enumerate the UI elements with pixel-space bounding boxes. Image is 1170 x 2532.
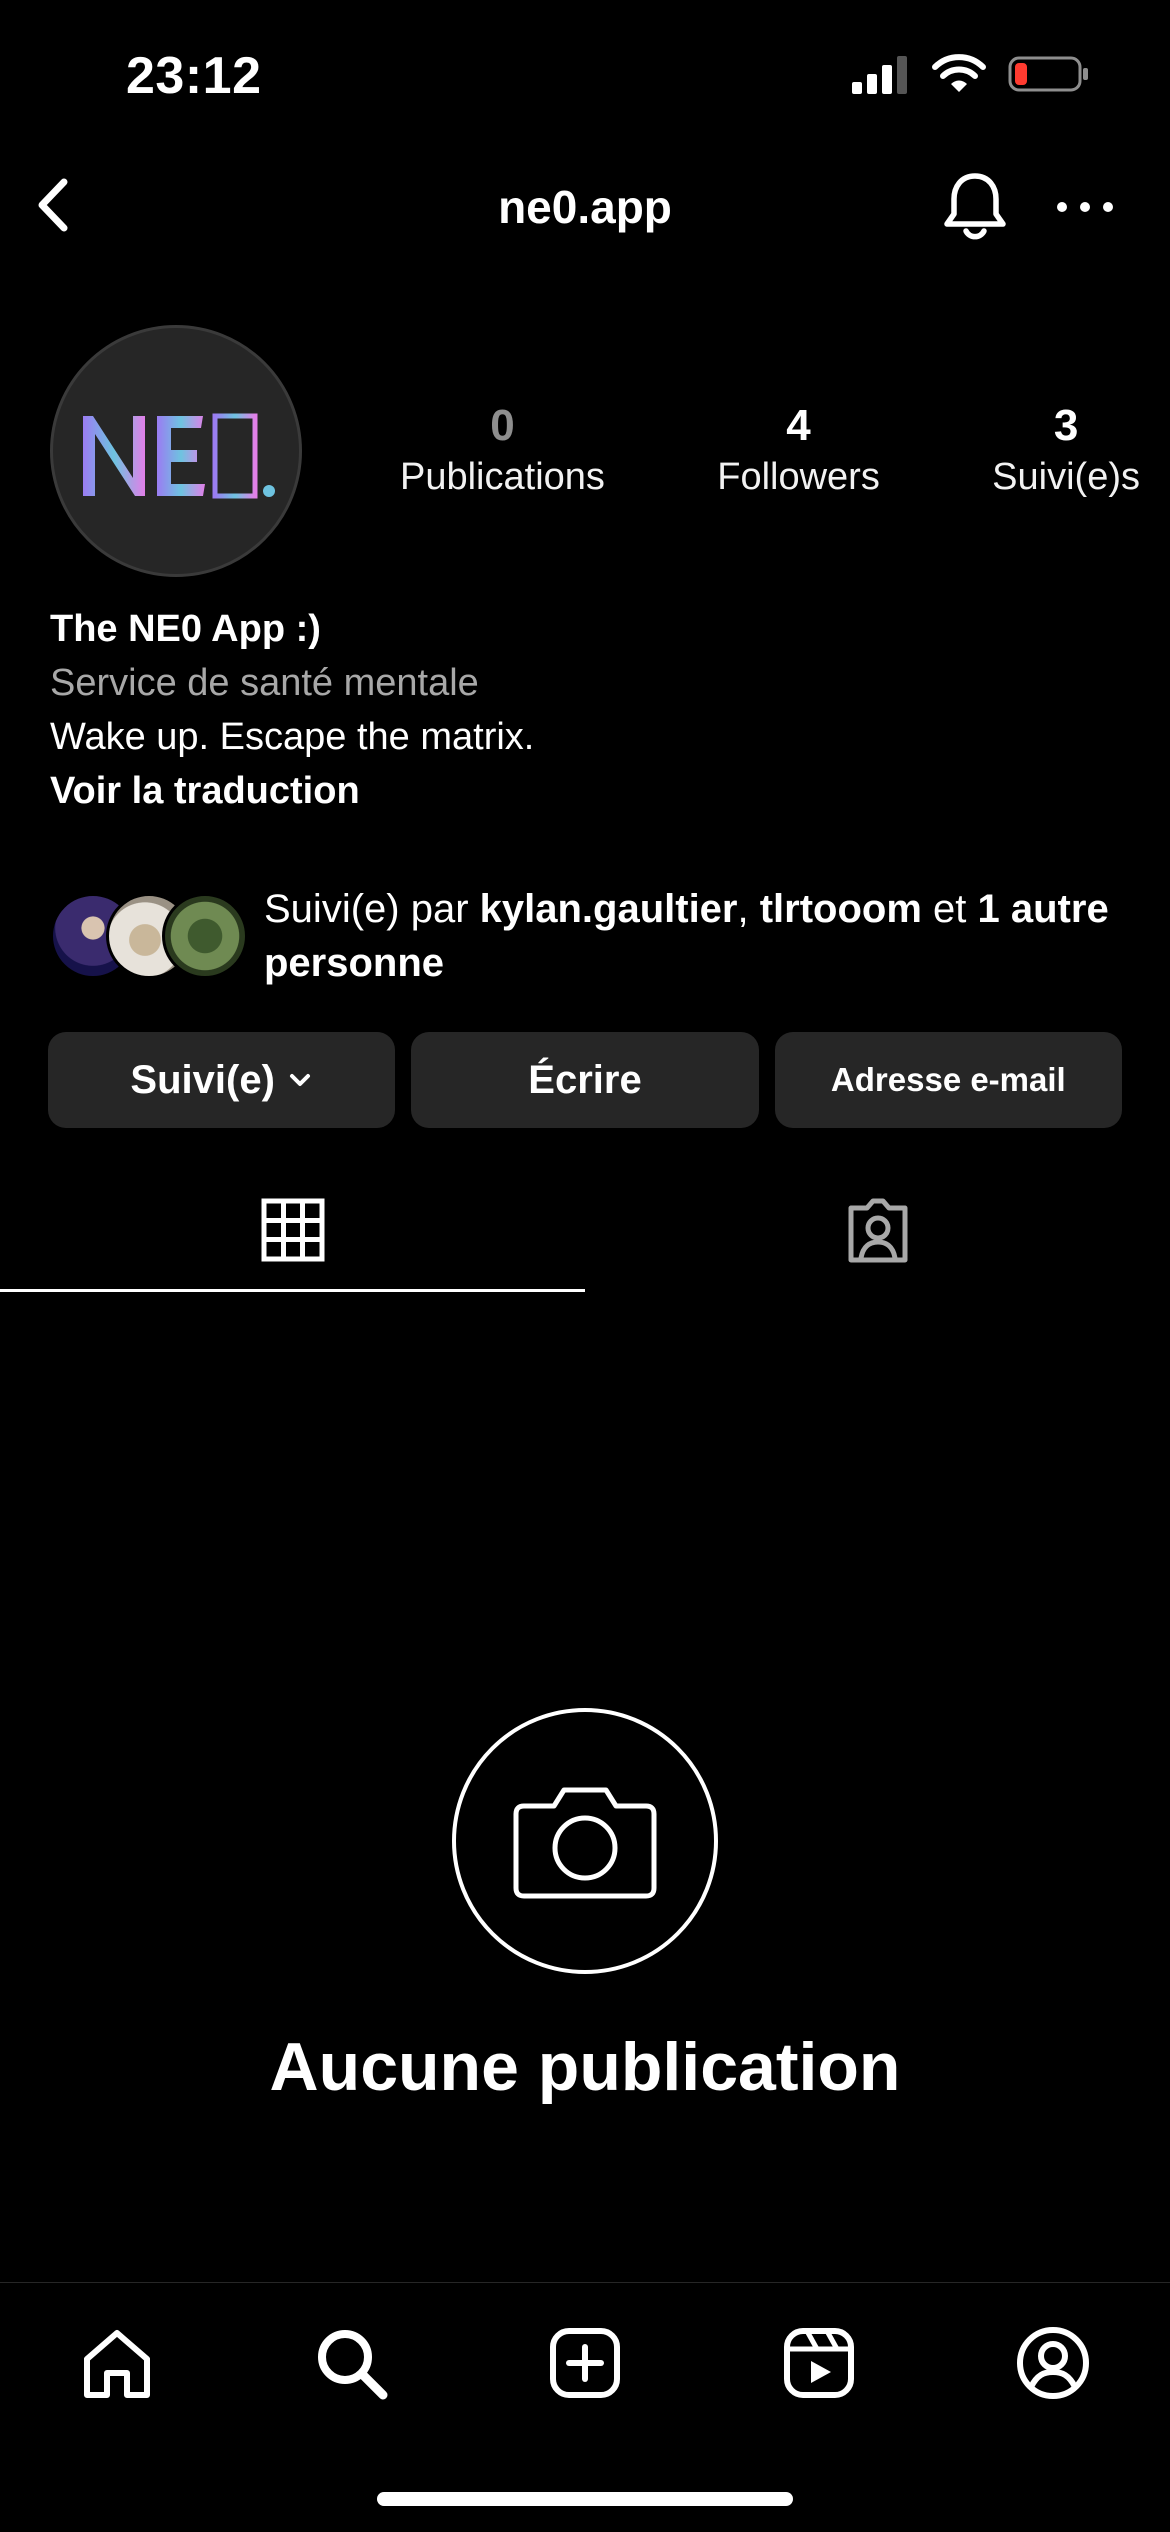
more-options-button[interactable] bbox=[1052, 180, 1118, 234]
mutual-followers-avatars bbox=[50, 891, 250, 981]
stat-label: Suivi(e)s bbox=[992, 456, 1140, 498]
stat-label: Followers bbox=[717, 456, 880, 498]
bell-icon bbox=[944, 173, 1006, 240]
stat-following[interactable]: 3 Suivi(e)s bbox=[992, 400, 1140, 502]
mutual-follower-link[interactable]: tlrtooom bbox=[760, 887, 922, 931]
stat-value: 3 bbox=[1053, 401, 1079, 450]
email-label: Adresse e-mail bbox=[830, 1061, 1066, 1098]
status-time: 23:12 bbox=[126, 47, 262, 105]
battery-icon bbox=[1008, 56, 1088, 92]
stat-publications[interactable]: 0 Publications bbox=[400, 400, 605, 502]
cellular-signal-icon bbox=[852, 56, 907, 94]
profile-category: Service de santé mentale bbox=[50, 662, 479, 704]
stat-followers[interactable]: 4 Followers bbox=[717, 400, 880, 502]
following-button[interactable]: Suivi(e) bbox=[48, 1032, 396, 1128]
avatar bbox=[162, 893, 248, 979]
see-translation-link[interactable]: Voir la traduction bbox=[50, 764, 1130, 818]
profile-icon bbox=[1017, 2327, 1089, 2399]
empty-state-camera bbox=[452, 1708, 718, 1974]
separator: , bbox=[737, 887, 760, 931]
stat-value: 4 bbox=[786, 401, 811, 450]
conjunction: et bbox=[921, 887, 978, 931]
notifications-button[interactable] bbox=[935, 166, 1015, 246]
tagged-person-icon bbox=[848, 1198, 907, 1263]
tab-posts-grid[interactable] bbox=[0, 1170, 585, 1292]
stat-label: Publications bbox=[400, 456, 605, 498]
stat-value: 0 bbox=[490, 401, 515, 450]
profile-actions: Suivi(e) Écrire Adresse e-mail bbox=[48, 1032, 1122, 1128]
nav-home[interactable] bbox=[77, 2323, 157, 2403]
status-icons bbox=[850, 54, 1090, 94]
reels-icon bbox=[784, 2328, 854, 2398]
following-label: Suivi(e) bbox=[130, 1057, 275, 1102]
empty-state-title: Aucune publication bbox=[269, 2029, 901, 2105]
profile-avatar[interactable] bbox=[50, 325, 302, 577]
home-icon bbox=[84, 2330, 150, 2398]
followed-by-text: Suivi(e) par kylan.gaultier, tlrtooom et… bbox=[264, 882, 1130, 990]
neo-logo bbox=[83, 413, 275, 499]
nav-create[interactable] bbox=[545, 2323, 625, 2403]
profile-bio: The NE0 App :) Service de santé mentale … bbox=[50, 602, 1130, 818]
message-button[interactable]: Écrire bbox=[411, 1032, 759, 1128]
grid-icon bbox=[261, 1198, 324, 1261]
followed-by[interactable]: Suivi(e) par kylan.gaultier, tlrtooom et… bbox=[50, 882, 1130, 990]
nav-search[interactable] bbox=[311, 2323, 391, 2403]
email-button[interactable]: Adresse e-mail bbox=[774, 1032, 1122, 1128]
chevron-down-icon bbox=[289, 1074, 310, 1086]
mutual-follower-link[interactable]: kylan.gaultier bbox=[480, 887, 738, 931]
search-icon bbox=[318, 2330, 388, 2400]
profile-display-name: The NE0 App :) bbox=[50, 608, 321, 650]
message-label: Écrire bbox=[528, 1057, 642, 1102]
tab-tagged[interactable] bbox=[585, 1170, 1170, 1292]
camera-icon bbox=[513, 1787, 657, 1899]
add-post-icon bbox=[550, 2328, 620, 2398]
nav-reels[interactable] bbox=[779, 2323, 859, 2403]
wifi-icon bbox=[932, 54, 986, 92]
profile-bio-text: Wake up. Escape the matrix. bbox=[50, 716, 535, 758]
followed-by-prefix: Suivi(e) par bbox=[264, 887, 480, 931]
nav-profile[interactable] bbox=[1013, 2323, 1093, 2403]
more-horizontal-icon bbox=[1057, 202, 1113, 212]
home-indicator[interactable] bbox=[377, 2492, 793, 2506]
profile-stats: 0 Publications 4 Followers 3 Suivi(e)s bbox=[400, 400, 1140, 502]
